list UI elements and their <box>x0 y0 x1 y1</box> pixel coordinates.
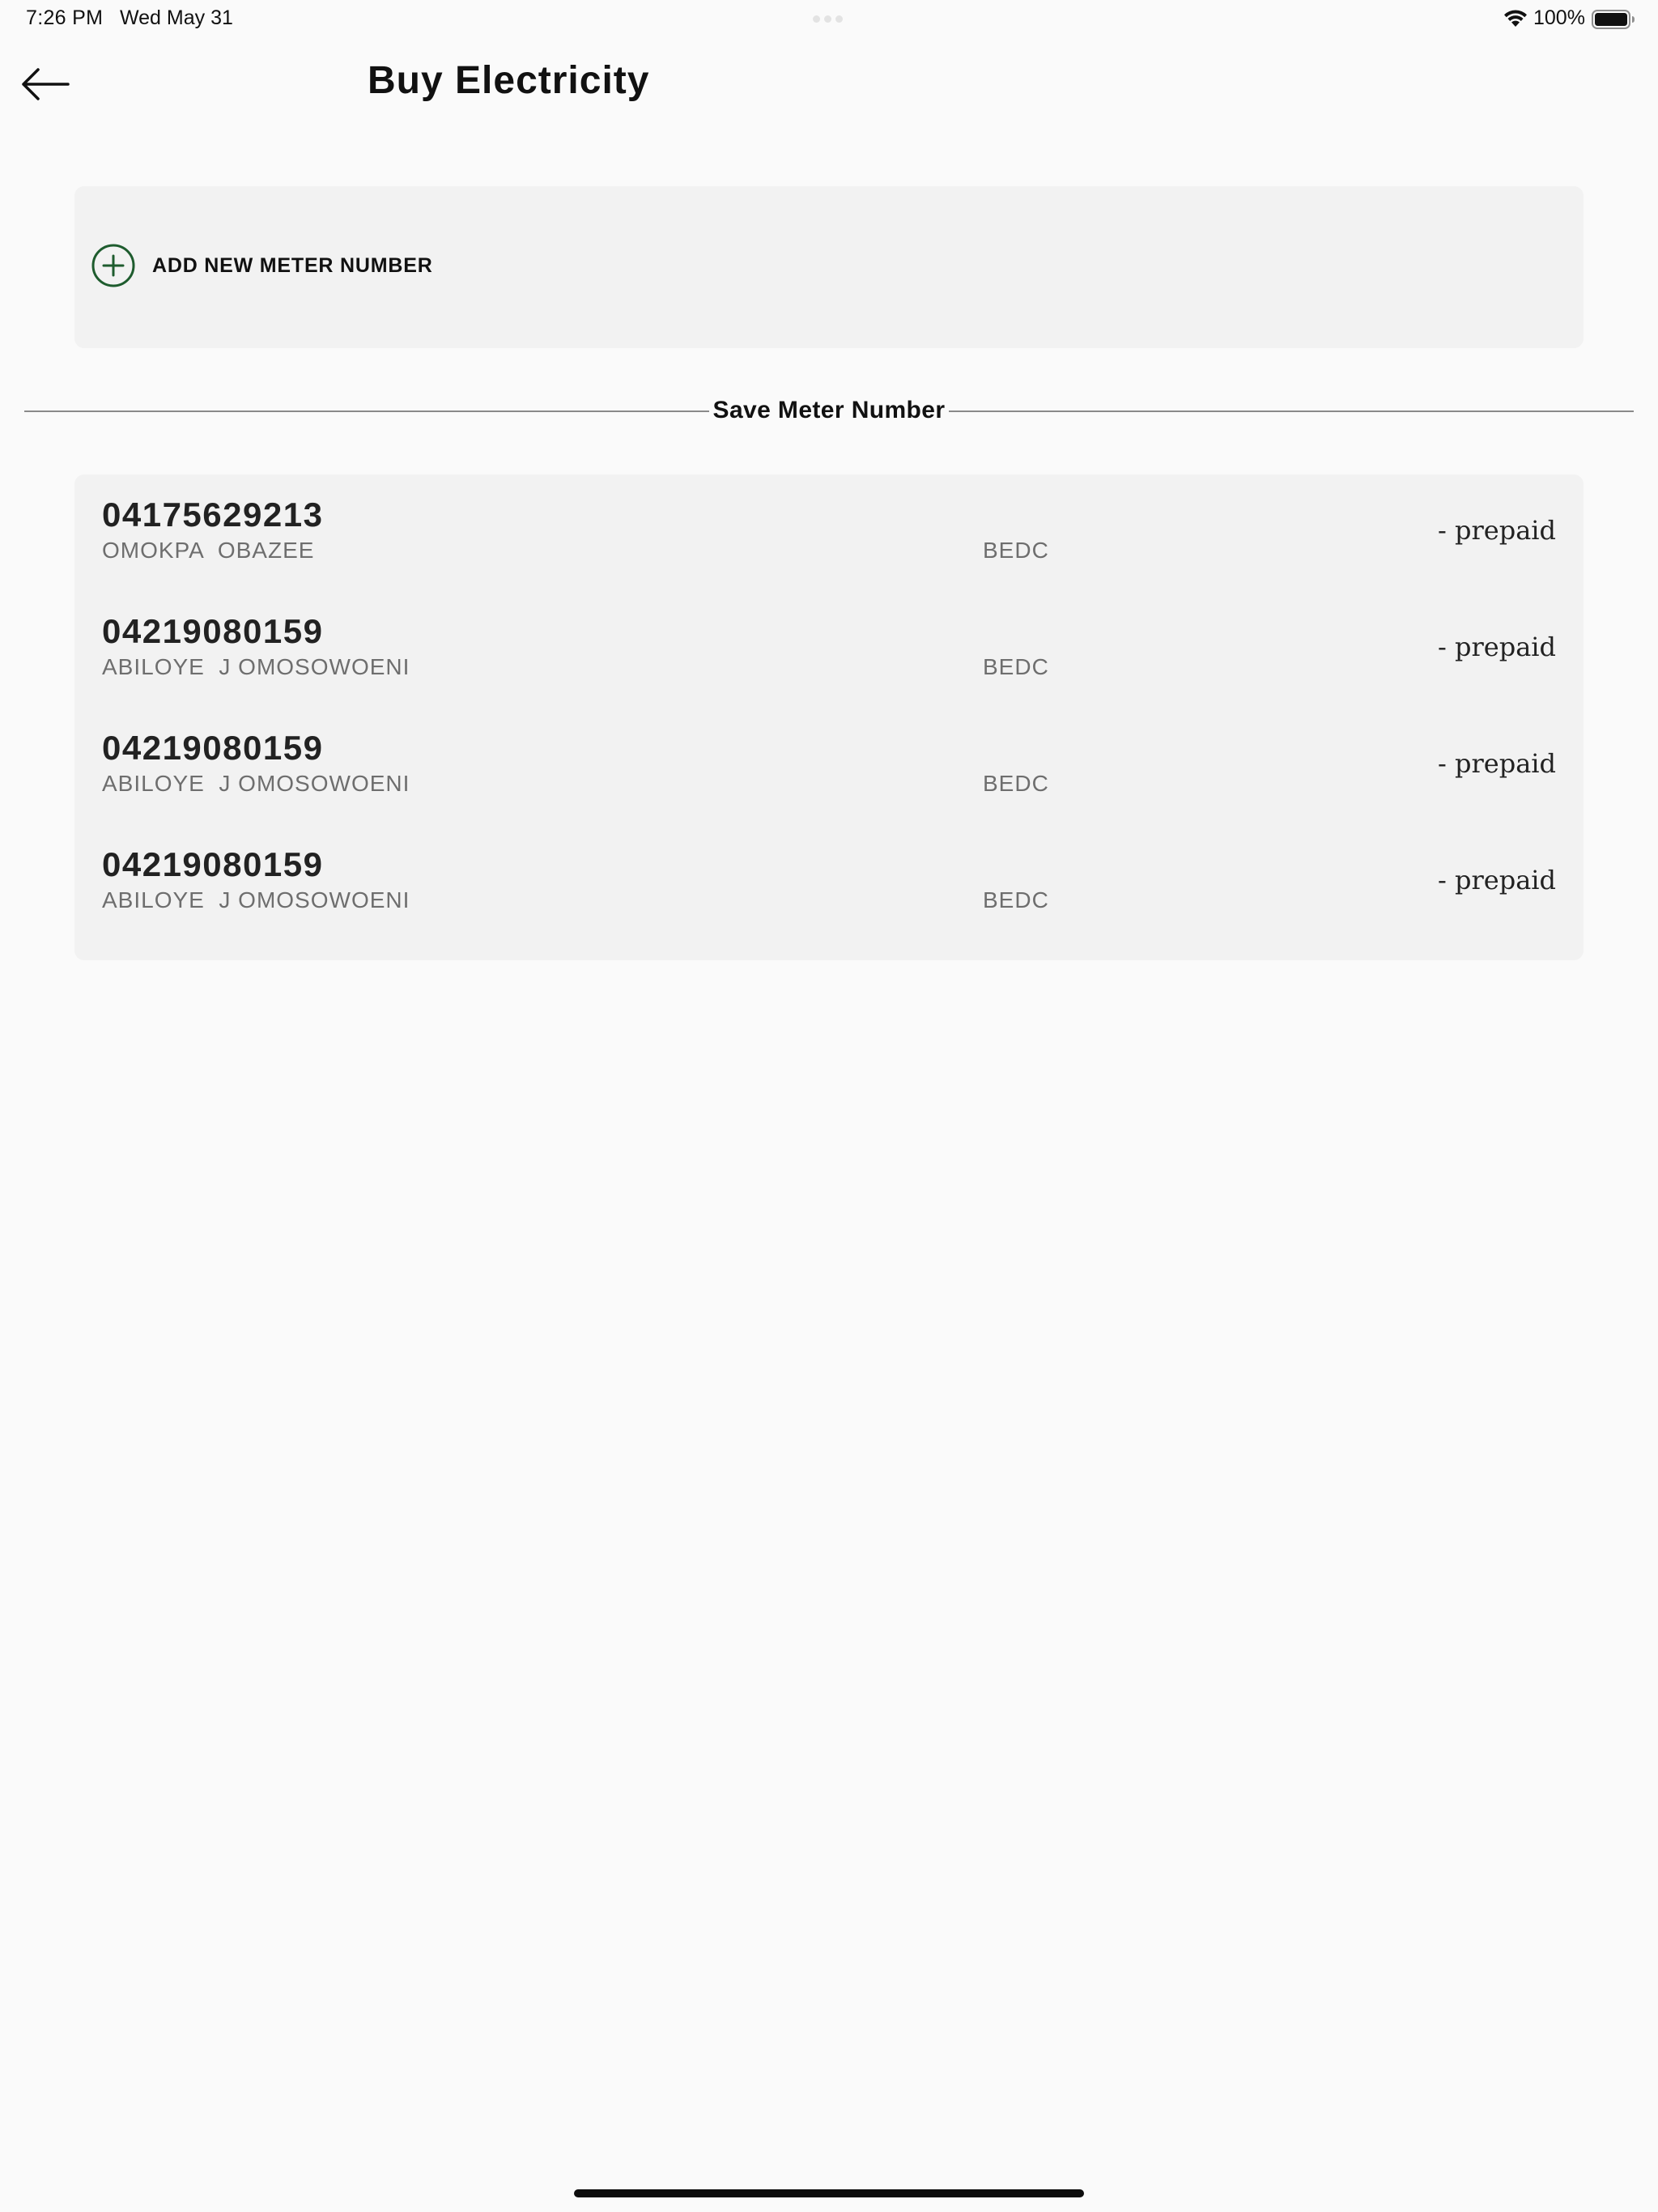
meter-type: - prepaid <box>1438 632 1556 662</box>
back-button[interactable] <box>16 62 74 107</box>
meter-owner-name: OMOKPA OBAZEE <box>102 538 315 563</box>
meter-type: - prepaid <box>1438 865 1556 895</box>
meter-owner-name: ABILOYE J OMOSOWOENI <box>102 654 410 679</box>
meter-number: 04175629213 <box>102 496 324 534</box>
meter-list-item[interactable]: 04175629213 OMOKPA OBAZEE BEDC - prepaid <box>74 474 1584 591</box>
meter-number: 04219080159 <box>102 845 324 883</box>
meter-provider: BEDC <box>983 538 1049 563</box>
saved-meters-heading: Save Meter Number <box>712 397 946 423</box>
multitasking-dots-icon[interactable] <box>813 15 845 23</box>
status-date: Wed May 31 <box>120 6 233 29</box>
divider-left <box>24 410 709 412</box>
meter-owner-name: ABILOYE J OMOSOWOENI <box>102 771 410 796</box>
divider-right <box>949 410 1634 412</box>
status-time: 7:26 PM <box>26 6 104 29</box>
wifi-icon <box>1504 10 1527 27</box>
status-bar: 7:26 PM Wed May 31 100% <box>0 0 1658 40</box>
meter-number: 04219080159 <box>102 612 324 650</box>
add-new-meter-button[interactable]: ADD NEW METER NUMBER <box>74 186 1584 348</box>
meter-provider: BEDC <box>983 771 1049 796</box>
meter-owner-name: ABILOYE J OMOSOWOENI <box>102 887 410 912</box>
plus-circle-icon <box>91 244 135 287</box>
add-new-meter-label: ADD NEW METER NUMBER <box>152 254 433 277</box>
battery-icon <box>1592 10 1635 29</box>
home-indicator[interactable] <box>574 2189 1084 2197</box>
meter-list-item[interactable]: 04219080159 ABILOYE J OMOSOWOENI BEDC - … <box>74 824 1584 941</box>
arrow-left-icon <box>22 68 70 100</box>
meter-list-item[interactable]: 04219080159 ABILOYE J OMOSOWOENI BEDC - … <box>74 708 1584 824</box>
saved-meter-list: 04175629213 OMOKPA OBAZEE BEDC - prepaid… <box>74 474 1584 960</box>
meter-type: - prepaid <box>1438 515 1556 546</box>
meter-number: 04219080159 <box>102 729 324 767</box>
meter-type: - prepaid <box>1438 748 1556 779</box>
page-title: Buy Electricity <box>368 59 650 102</box>
meter-provider: BEDC <box>983 654 1049 679</box>
battery-percent: 100% <box>1533 6 1585 29</box>
meter-list-item[interactable]: 04219080159 ABILOYE J OMOSOWOENI BEDC - … <box>74 591 1584 708</box>
meter-provider: BEDC <box>983 887 1049 912</box>
